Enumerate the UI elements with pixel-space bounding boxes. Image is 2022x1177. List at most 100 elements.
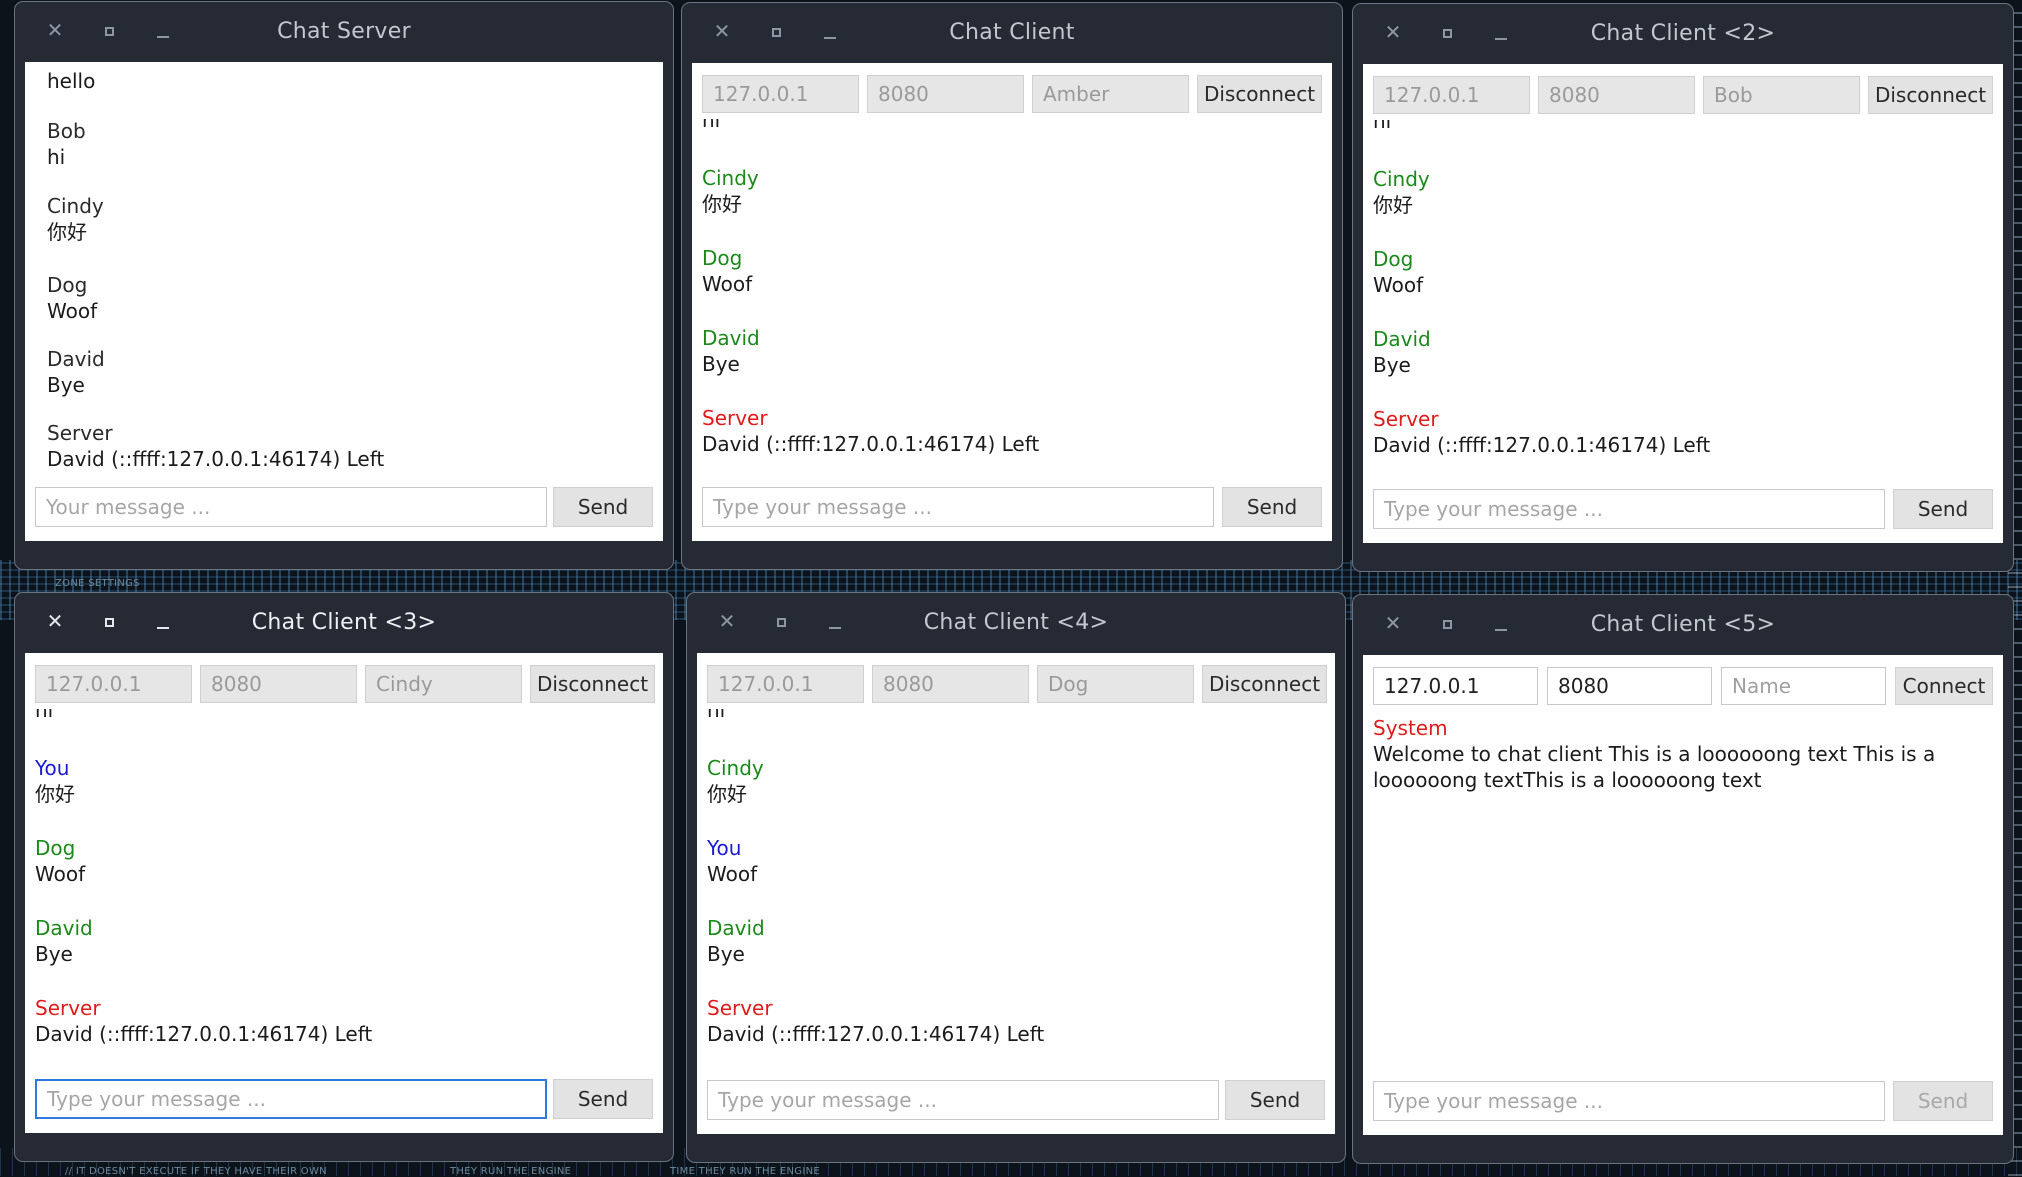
host-field[interactable]: 127.0.0.1 — [702, 75, 859, 113]
disconnect-button[interactable]: Disconnect — [1197, 75, 1322, 113]
message-text: hello — [47, 69, 96, 93]
port-field[interactable]: 8080 — [872, 665, 1029, 703]
background-caption: THEY RUN THE ENGINE — [450, 1166, 572, 1177]
title-bar[interactable]: ✕ Chat Client <2> — [1353, 4, 2013, 62]
host-field[interactable]: 127.0.0.1 — [35, 665, 192, 703]
compose-row: Type your message ... Send — [1373, 489, 1993, 529]
message-sender: Dog — [702, 246, 743, 270]
title-bar[interactable]: ✕ Chat Client <3> — [15, 593, 673, 651]
chat-client-window: ✕ Chat Client 127.0.0.1 8080 Amber Disco… — [681, 2, 1343, 570]
send-button[interactable]: Send — [1222, 487, 1322, 527]
send-button[interactable]: Send — [1225, 1080, 1325, 1120]
background-caption: ZONE SETTINGS — [55, 578, 140, 589]
message-item: David Bye — [707, 915, 1325, 967]
message-text: David (::ffff:127.0.0.1:46174) Left — [707, 1022, 1045, 1046]
message-item: Cindy 你好 — [1373, 166, 1993, 218]
message-sender: Server — [35, 996, 101, 1020]
title-bar[interactable]: ✕ Chat Client <4> — [687, 593, 1345, 651]
title-bar[interactable]: ✕ Chat Server — [15, 2, 673, 60]
message-input[interactable]: Type your message ... — [707, 1080, 1219, 1120]
name-field[interactable]: Bob — [1703, 76, 1860, 114]
name-field[interactable]: Name — [1721, 667, 1886, 705]
message-item: Cindy 你好 — [707, 755, 1325, 807]
send-button[interactable]: Send — [553, 487, 653, 527]
message-text: 你好 — [35, 782, 75, 806]
message-item: Server David (::ffff:127.0.0.1:46174) Le… — [707, 995, 1325, 1047]
message-item: Dog Woof — [35, 835, 653, 887]
message-sender: Dog — [35, 836, 76, 860]
title-bar[interactable]: ✕ Chat Client <5> — [1353, 595, 2013, 653]
port-field[interactable]: 8080 — [1547, 667, 1712, 705]
message-sender: You — [35, 756, 70, 780]
disconnect-button[interactable]: Disconnect — [1868, 76, 1993, 114]
message-item: You 你好 — [35, 755, 653, 807]
message-item: David Bye — [1373, 326, 1993, 378]
message-text: hi — [707, 709, 726, 722]
message-sender: David — [47, 347, 105, 371]
message-sender: David — [702, 326, 760, 350]
message-input[interactable]: Type your message ... — [1373, 1081, 1885, 1121]
message-sender: Dog — [1373, 247, 1414, 271]
message-sender: System — [1373, 716, 1448, 740]
message-list: hi You 你好 Dog Woof David Bye Server Davi… — [35, 709, 653, 1061]
message-list: hello Bob hi Cindy 你好 Dog Woof David Bye… — [47, 68, 653, 469]
message-text: Welcome to chat client This is a loooooo… — [1373, 742, 1936, 766]
message-text: 你好 — [707, 782, 747, 806]
port-field[interactable]: 8080 — [867, 75, 1024, 113]
message-text: loooooong textThis is a loooooong text — [1373, 768, 1762, 792]
message-input[interactable]: Type your message ... — [35, 1079, 547, 1119]
name-field[interactable]: Amber — [1032, 75, 1189, 113]
message-text: hi — [702, 119, 721, 132]
chat-panel: 127.0.0.1 8080 Name Connect System Welco… — [1363, 655, 2003, 1135]
message-item: hello — [47, 68, 653, 94]
message-list: hi Cindy 你好 Dog Woof David Bye Server Da… — [1373, 120, 1993, 471]
disconnect-button[interactable]: Disconnect — [1202, 665, 1327, 703]
port-field[interactable]: 8080 — [200, 665, 357, 703]
host-field[interactable]: 127.0.0.1 — [1373, 667, 1538, 705]
message-text: Woof — [702, 272, 753, 296]
message-sender: Bob — [47, 119, 86, 143]
message-list: hi Cindy 你好 You Woof David Bye Server Da… — [707, 709, 1325, 1062]
message-sender: You — [707, 836, 742, 860]
message-input[interactable]: Type your message ... — [1373, 489, 1885, 529]
port-field[interactable]: 8080 — [1538, 76, 1695, 114]
host-field[interactable]: 127.0.0.1 — [1373, 76, 1530, 114]
title-bar[interactable]: ✕ Chat Client — [682, 3, 1342, 61]
name-field[interactable]: Cindy — [365, 665, 522, 703]
send-button[interactable]: Send — [553, 1079, 653, 1119]
connection-row: 127.0.0.1 8080 Cindy Disconnect — [35, 665, 655, 703]
connection-row: 127.0.0.1 8080 Name Connect — [1373, 667, 1993, 705]
connect-button[interactable]: Connect — [1895, 667, 1993, 705]
message-item: Bob hi — [47, 118, 653, 170]
message-text: Bye — [1373, 353, 1411, 377]
message-input[interactable]: Your message ... — [35, 487, 547, 527]
send-button[interactable]: Send — [1893, 489, 1993, 529]
message-sender: Cindy — [1373, 167, 1430, 191]
message-text: Bye — [702, 352, 740, 376]
message-list: System Welcome to chat client This is a … — [1373, 715, 1993, 1063]
window-title: Chat Client <3> — [251, 610, 437, 635]
message-item: David Bye — [702, 325, 1322, 377]
chat-panel: 127.0.0.1 8080 Cindy Disconnect hi You 你… — [25, 653, 663, 1133]
message-item: Dog Woof — [702, 245, 1322, 297]
message-text: Bye — [35, 942, 73, 966]
compose-row: Type your message ... Send — [707, 1080, 1325, 1120]
send-button[interactable]: Send — [1893, 1081, 1993, 1121]
compose-row: Your message ... Send — [35, 487, 653, 527]
message-text: hi — [35, 709, 54, 722]
message-text: hi — [47, 145, 66, 169]
host-field[interactable]: 127.0.0.1 — [707, 665, 864, 703]
background-caption: TIME THEY RUN THE ENGINE — [670, 1166, 820, 1177]
disconnect-button[interactable]: Disconnect — [530, 665, 655, 703]
compose-row: Type your message ... Send — [702, 487, 1322, 527]
message-input[interactable]: Type your message ... — [702, 487, 1214, 527]
message-item: David Bye — [35, 915, 653, 967]
connection-row: 127.0.0.1 8080 Amber Disconnect — [702, 75, 1322, 113]
connection-row: 127.0.0.1 8080 Bob Disconnect — [1373, 76, 1993, 114]
message-text: hi — [1373, 120, 1392, 133]
compose-row: Type your message ... Send — [35, 1079, 653, 1119]
window-title: Chat Client <5> — [1590, 612, 1776, 637]
message-text: Woof — [707, 862, 758, 886]
message-sender: Dog — [47, 273, 88, 297]
name-field[interactable]: Dog — [1037, 665, 1194, 703]
